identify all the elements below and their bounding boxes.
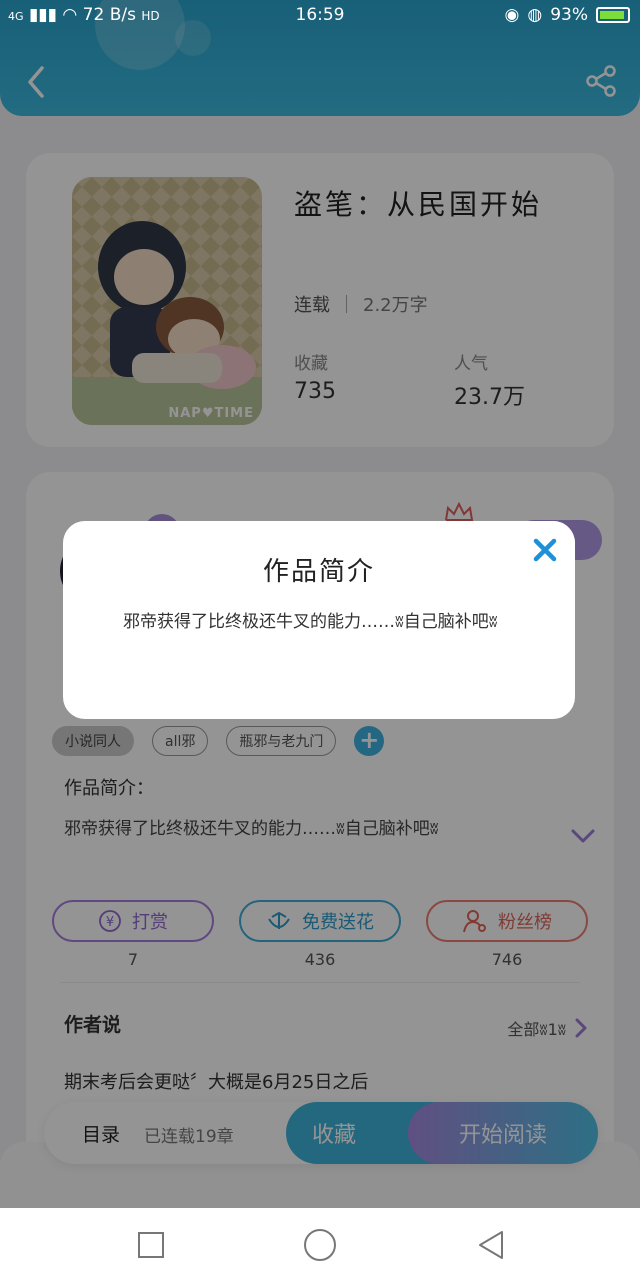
lock-icon: ◍	[527, 5, 543, 25]
gamepad-icon: ◉	[504, 5, 520, 25]
status-right: ◉ ◍ 93%	[505, 5, 630, 25]
battery-icon	[596, 7, 630, 23]
close-icon	[533, 538, 557, 562]
recent-apps-icon[interactable]	[136, 1230, 166, 1260]
status-bar: 4G ▮▮▮ ◠ 72 B/s HD 16:59 ◉ ◍ 93%	[0, 0, 640, 32]
intro-modal: 作品简介 邪帝获得了比终极还牛叉的能力……ʬ自己脑补吧ʬ	[63, 521, 575, 719]
home-icon[interactable]	[303, 1228, 337, 1262]
battery-label: 93%	[550, 5, 588, 25]
modal-title: 作品简介	[262, 557, 375, 587]
modal-close-button[interactable]	[515, 521, 575, 579]
system-nav-bar	[0, 1208, 640, 1280]
modal-body: 邪帝获得了比终极还牛叉的能力……ʬ自己脑补吧ʬ	[123, 612, 498, 632]
back-nav-icon[interactable]	[476, 1230, 506, 1260]
